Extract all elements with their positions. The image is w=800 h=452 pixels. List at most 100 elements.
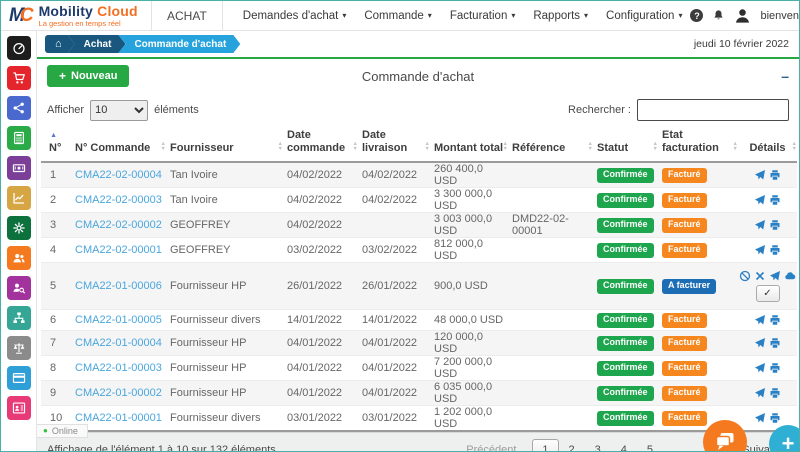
- column-header-r-f-rence[interactable]: Référence▲▼: [508, 127, 593, 162]
- send-icon[interactable]: [754, 194, 766, 206]
- print-icon[interactable]: [769, 244, 781, 256]
- column-header-etat-facturation[interactable]: Etat facturation▲▼: [658, 127, 738, 162]
- etat-badge: Facturé: [662, 313, 707, 328]
- module-tab-achat[interactable]: ACHAT: [151, 1, 223, 31]
- cell-montant: 1 202 000,0 USD: [430, 406, 508, 432]
- cell-date-livraison: 04/02/2022: [358, 188, 430, 213]
- pagination-page-4[interactable]: 4: [611, 440, 637, 452]
- cell-details: [738, 331, 797, 356]
- send-icon[interactable]: [754, 244, 766, 256]
- sidebar-cart-button[interactable]: [7, 66, 31, 90]
- order-link[interactable]: CMA22-01-00005: [75, 314, 162, 326]
- page-size-select[interactable]: 10: [90, 100, 148, 121]
- print-icon[interactable]: [769, 314, 781, 326]
- send-icon[interactable]: [754, 337, 766, 349]
- nav-facturation[interactable]: Facturation▾: [442, 10, 524, 22]
- avatar[interactable]: [734, 7, 751, 24]
- statut-badge: Confirmée: [597, 361, 654, 376]
- sidebar-balance-scale-button[interactable]: [7, 336, 31, 360]
- statut-badge: Confirmée: [597, 411, 654, 426]
- column-header-n-[interactable]: N°▲: [41, 127, 71, 162]
- sidebar-money-button[interactable]: [7, 156, 31, 180]
- cell-date-livraison: 04/01/2022: [358, 356, 430, 381]
- pagination-page-3[interactable]: 3: [585, 440, 611, 452]
- breadcrumb-commande-achat[interactable]: Commande d'achat: [118, 35, 240, 53]
- cell-statut: Confirmée: [593, 406, 658, 432]
- column-header-date-livraison[interactable]: Date livraison▲▼: [358, 127, 430, 162]
- sidebar-users-button[interactable]: [7, 246, 31, 270]
- cell-commande: CMA22-01-00005: [71, 310, 166, 331]
- order-link[interactable]: CMA22-01-00003: [75, 362, 162, 374]
- brand-logo[interactable]: MC Mobility Cloud La gestion en temps ré…: [1, 4, 151, 28]
- send-icon[interactable]: [754, 219, 766, 231]
- print-icon[interactable]: [769, 412, 781, 424]
- users-icon: [12, 251, 26, 265]
- table-toolbar: Afficher 10 éléments Rechercher :: [37, 93, 799, 127]
- help-icon[interactable]: ?: [690, 9, 703, 22]
- column-header-d-tails[interactable]: Détails▲▼: [738, 127, 797, 162]
- sidebar-credit-card-button[interactable]: [7, 366, 31, 390]
- sidebar-user-search-button[interactable]: [7, 276, 31, 300]
- column-header-statut[interactable]: Statut▲▼: [593, 127, 658, 162]
- sidebar-share-button[interactable]: [7, 96, 31, 120]
- cell-commande: CMA22-02-00001: [71, 238, 166, 263]
- send-icon[interactable]: [769, 270, 781, 282]
- print-icon[interactable]: [769, 362, 781, 374]
- nouveau-button[interactable]: +Nouveau: [47, 65, 129, 87]
- send-icon[interactable]: [754, 412, 766, 424]
- sidebar-chart-line-button[interactable]: [7, 186, 31, 210]
- pagination-prev[interactable]: Précédent: [456, 440, 526, 452]
- user-menu[interactable]: bienvenue1▾: [760, 10, 800, 22]
- print-icon[interactable]: [769, 219, 781, 231]
- cell-statut: Confirmée: [593, 162, 658, 188]
- breadcrumb-achat[interactable]: Achat: [68, 35, 126, 53]
- column-header-fournisseur[interactable]: Fournisseur▲▼: [166, 127, 283, 162]
- print-icon[interactable]: [769, 387, 781, 399]
- pagination-page-1[interactable]: 1: [532, 439, 558, 452]
- order-link[interactable]: CMA22-02-00003: [75, 194, 162, 206]
- order-row-8: 8CMA22-01-00003Fournisseur HP04/01/20220…: [41, 356, 797, 381]
- table-footer: Affichage de l'élément 1 à 10 sur 132 él…: [37, 432, 799, 452]
- order-link[interactable]: CMA22-01-00004: [75, 337, 162, 349]
- nav-demandes-d-achat[interactable]: Demandes d'achat▾: [235, 10, 355, 22]
- collapse-icon[interactable]: –: [781, 69, 789, 83]
- nav-configuration[interactable]: Configuration▾: [598, 10, 690, 22]
- column-header-n-commande[interactable]: N° Commande▲▼: [71, 127, 166, 162]
- column-header-montant-total[interactable]: Montant total▲▼: [430, 127, 508, 162]
- sidebar-sitemap-button[interactable]: [7, 306, 31, 330]
- order-link[interactable]: CMA22-01-00001: [75, 412, 162, 424]
- pagination-page-2[interactable]: 2: [559, 440, 585, 452]
- nav-commande[interactable]: Commande▾: [356, 10, 439, 22]
- send-icon[interactable]: [754, 387, 766, 399]
- etat-badge: Facturé: [662, 386, 707, 401]
- print-icon[interactable]: [769, 194, 781, 206]
- cell-commande: CMA22-02-00004: [71, 162, 166, 188]
- sidebar-calculator-button[interactable]: [7, 126, 31, 150]
- order-link[interactable]: CMA22-02-00004: [75, 169, 162, 181]
- pagination-page-5[interactable]: 5: [637, 440, 663, 452]
- cell-details: [738, 310, 797, 331]
- search-input[interactable]: [637, 99, 789, 121]
- column-header-date-commande[interactable]: Date commande▲▼: [283, 127, 358, 162]
- cell-date-livraison: 03/01/2022: [358, 406, 430, 432]
- search-label: Rechercher :: [568, 104, 631, 116]
- cell-date-livraison: 04/01/2022: [358, 331, 430, 356]
- order-link[interactable]: CMA22-02-00001: [75, 244, 162, 256]
- print-icon[interactable]: [769, 337, 781, 349]
- order-link[interactable]: CMA22-01-00002: [75, 387, 162, 399]
- validate-check-button[interactable]: ✓: [756, 285, 780, 302]
- ban-icon[interactable]: [739, 270, 751, 282]
- send-icon[interactable]: [754, 314, 766, 326]
- close-icon[interactable]: [754, 270, 766, 282]
- nav-rapports[interactable]: Rapports▾: [525, 10, 596, 22]
- send-icon[interactable]: [754, 169, 766, 181]
- bell-icon[interactable]: [712, 9, 725, 22]
- sidebar-tachometer-button[interactable]: [7, 36, 31, 60]
- order-link[interactable]: CMA22-02-00002: [75, 219, 162, 231]
- order-link[interactable]: CMA22-01-00006: [75, 280, 162, 292]
- print-icon[interactable]: [769, 169, 781, 181]
- sidebar-cogs-button[interactable]: [7, 216, 31, 240]
- sidebar-id-card-button[interactable]: [7, 396, 31, 420]
- send-icon[interactable]: [754, 362, 766, 374]
- cloud-icon[interactable]: [784, 270, 796, 282]
